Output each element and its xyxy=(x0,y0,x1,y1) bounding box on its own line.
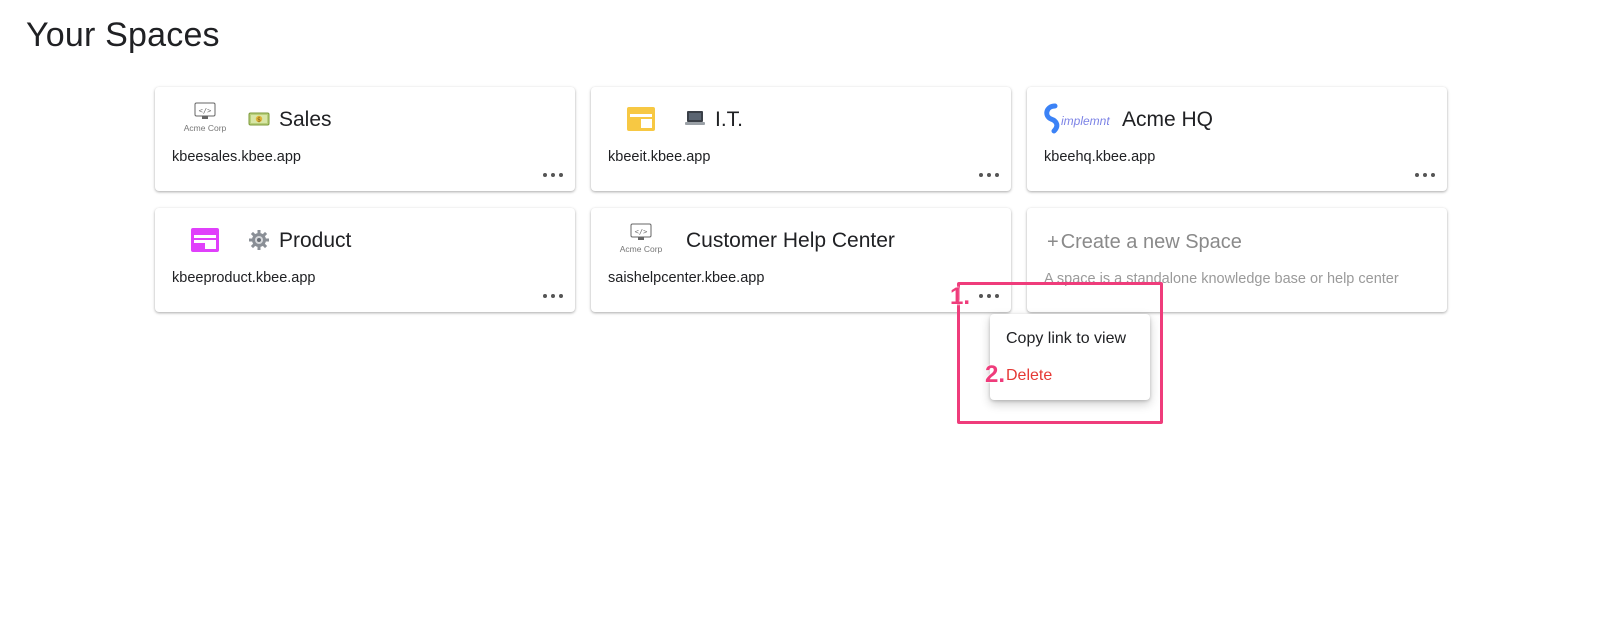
more-options-button[interactable] xyxy=(979,169,999,181)
svg-text:</>: </> xyxy=(635,228,648,236)
space-name[interactable]: Acme HQ xyxy=(1122,108,1213,132)
space-card-sales[interactable]: </> Acme Corp $ Sales kbeesales.kbee.app xyxy=(155,87,575,191)
space-url: saishelpcenter.kbee.app xyxy=(608,270,765,286)
annotation-step-1: 1. xyxy=(950,283,971,310)
page-title: Your Spaces xyxy=(26,16,220,54)
layout-icon xyxy=(607,101,675,137)
svg-text:$: $ xyxy=(257,116,261,123)
space-card-it[interactable]: I.T. kbeeit.kbee.app xyxy=(591,87,1011,191)
svg-text:</>: </> xyxy=(199,107,212,115)
space-url: kbeeit.kbee.app xyxy=(608,149,711,165)
money-icon: $ xyxy=(247,107,271,131)
svg-text:implemnt: implemnt xyxy=(1061,114,1110,128)
acme-corp-logo: </> Acme Corp xyxy=(607,222,675,258)
space-url: kbeeproduct.kbee.app xyxy=(172,270,316,286)
create-space-title[interactable]: + Create a new Space xyxy=(1047,231,1242,254)
layout-icon xyxy=(171,222,239,258)
annotation-step-2: 2. xyxy=(985,361,1006,388)
more-options-button[interactable] xyxy=(543,169,563,181)
annotation-highlight-box xyxy=(957,282,1163,424)
acme-corp-logo: </> Acme Corp xyxy=(171,101,239,137)
simplemnt-logo: implemnt xyxy=(1041,101,1117,137)
space-name[interactable]: Customer Help Center xyxy=(686,229,895,253)
space-card-acme-hq[interactable]: implemnt Acme HQ kbeehq.kbee.app xyxy=(1027,87,1447,191)
space-name[interactable]: Sales xyxy=(279,108,332,132)
laptop-icon xyxy=(683,107,707,131)
plus-icon: + xyxy=(1047,231,1059,253)
space-name[interactable]: Product xyxy=(279,229,351,253)
space-card-customer-help-center[interactable]: </> Acme Corp Customer Help Center saish… xyxy=(591,208,1011,312)
space-url: kbeehq.kbee.app xyxy=(1044,149,1156,165)
gear-icon xyxy=(247,228,271,252)
space-card-product[interactable]: Product kbeeproduct.kbee.app xyxy=(155,208,575,312)
more-options-button[interactable] xyxy=(1415,169,1435,181)
space-name[interactable]: I.T. xyxy=(715,108,743,132)
space-url: kbeesales.kbee.app xyxy=(172,149,301,165)
svg-text:Acme Corp: Acme Corp xyxy=(620,244,663,254)
svg-text:Acme Corp: Acme Corp xyxy=(184,123,227,133)
more-options-button[interactable] xyxy=(543,290,563,302)
